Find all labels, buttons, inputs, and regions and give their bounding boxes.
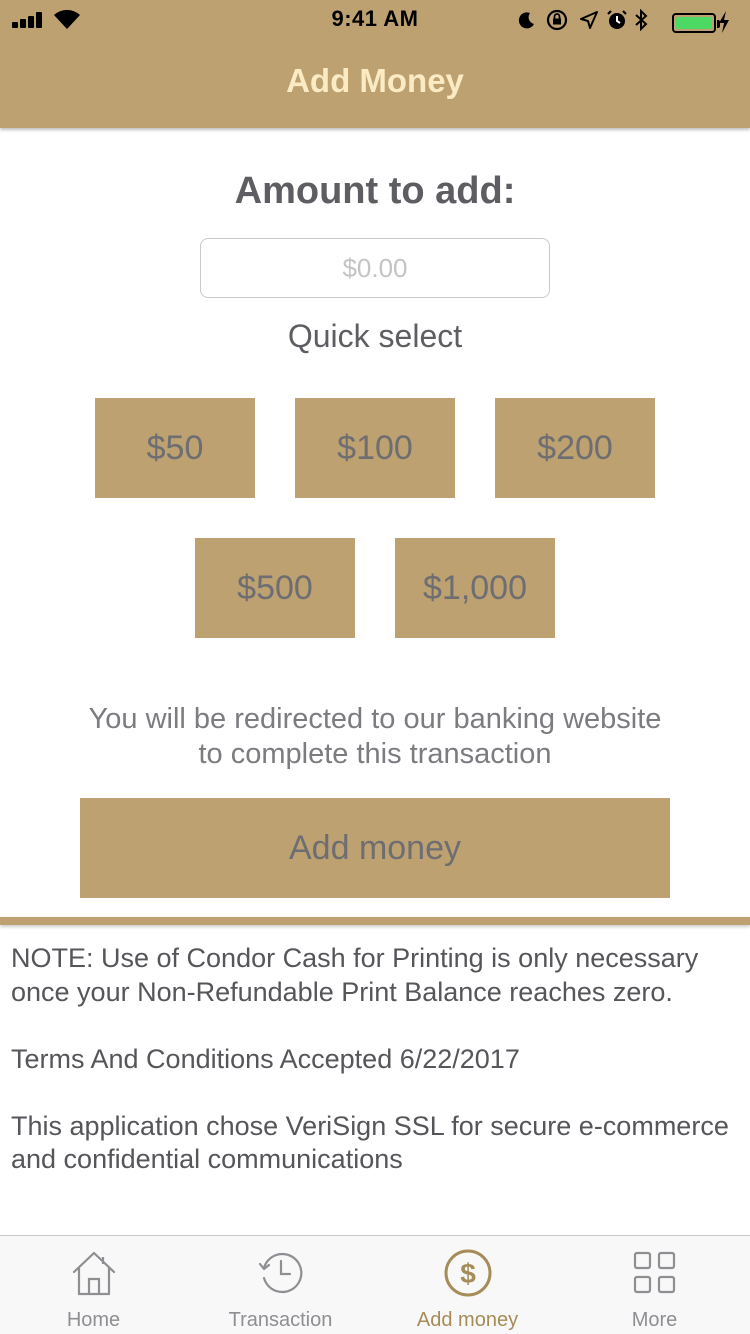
quick-select-50-button[interactable]: $50 (95, 398, 255, 498)
status-bar: 9:41 AM (0, 0, 750, 40)
grid-icon (633, 1251, 675, 1294)
charging-bolt-icon (719, 11, 729, 33)
tab-transaction[interactable]: Transaction (187, 1236, 374, 1334)
rotation-lock-icon (546, 9, 568, 31)
amount-input[interactable] (200, 238, 550, 298)
tab-home[interactable]: Home (0, 1236, 187, 1334)
add-money-button[interactable]: Add money (80, 798, 670, 898)
home-icon (72, 1251, 115, 1296)
alarm-icon (607, 10, 627, 29)
quick-select-100-button[interactable]: $100 (295, 398, 455, 498)
redirect-notice: You will be redirected to our banking we… (0, 702, 750, 772)
quick-select-label: Quick select (287, 318, 463, 354)
bluetooth-icon (635, 9, 648, 31)
terms-accepted: Terms And Conditions Accepted 6/22/2017 (11, 1043, 520, 1074)
quick-select-200-button[interactable]: $200 (495, 398, 655, 498)
printing-note: NOTE: Use of Condor Cash for Printing is… (11, 943, 699, 1007)
ssl-notice: This application chose VeriSign SSL for … (11, 1110, 729, 1175)
tab-transaction-label: Transaction (228, 1309, 333, 1331)
tab-home-label: Home (66, 1309, 121, 1331)
amount-title: Amount to add: (234, 170, 516, 212)
quick-select-500-button[interactable]: $500 (195, 538, 355, 638)
redirect-notice-line-1: You will be redirected to our banking we… (88, 703, 662, 735)
history-icon (258, 1252, 302, 1294)
tab-add-money[interactable]: $ Add money (374, 1236, 561, 1334)
redirect-notice-line-2: to complete this transaction (198, 738, 552, 770)
status-icons (500, 6, 740, 34)
dollar-circle-icon: $ (444, 1249, 491, 1297)
moon-icon (518, 12, 534, 29)
quick-select-1000-button[interactable]: $1,000 (395, 538, 555, 638)
notes-section: NOTE: Use of Condor Cash for Printing is… (11, 942, 736, 1210)
tab-more[interactable]: More (561, 1236, 748, 1334)
top-bar: 9:41 AM Add Money (0, 0, 750, 128)
tab-bar: Home Transaction $ Add money More (0, 1235, 750, 1334)
battery-icon (672, 13, 720, 33)
tab-add-money-label: Add money (416, 1309, 519, 1331)
section-divider (0, 917, 750, 925)
svg-text:$: $ (460, 1258, 476, 1289)
tab-more-label: More (631, 1309, 678, 1331)
page-title: Add Money (286, 62, 464, 99)
location-icon (580, 11, 598, 29)
